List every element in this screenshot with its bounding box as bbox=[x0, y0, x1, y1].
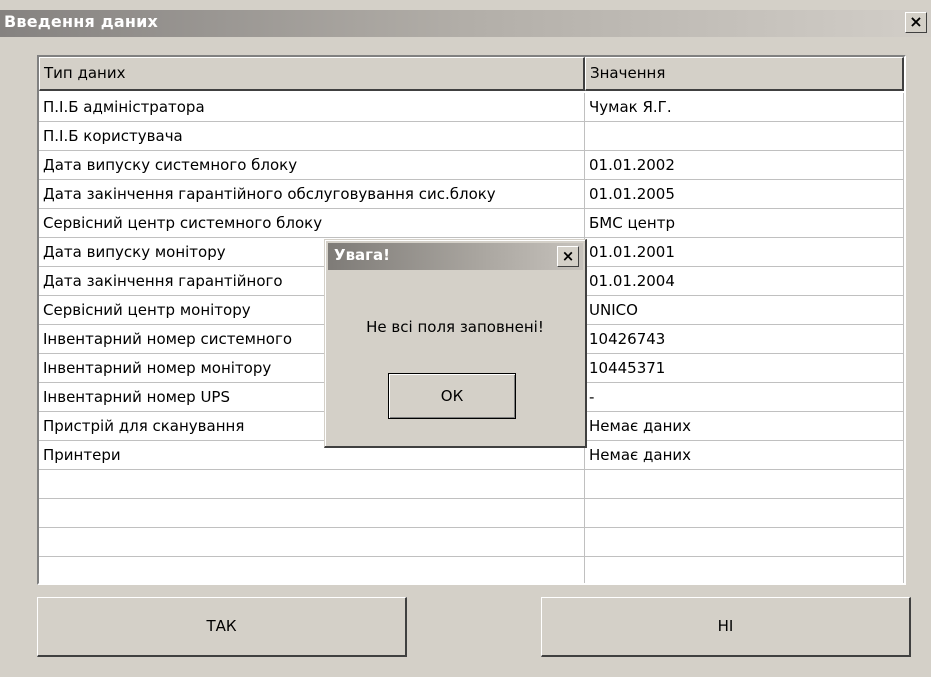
warning-dialog: Увага! × Не всі поля заповнені! ОК bbox=[324, 239, 587, 448]
cell-value[interactable] bbox=[585, 499, 904, 528]
table-row[interactable] bbox=[39, 470, 904, 499]
window-titlebar: Введення даних × bbox=[0, 10, 931, 37]
column-header-value[interactable]: Значення bbox=[585, 57, 904, 91]
cell-value[interactable]: БМС центр bbox=[585, 209, 904, 238]
cell-type[interactable] bbox=[39, 528, 585, 557]
cell-value[interactable]: 01.01.2005 bbox=[585, 180, 904, 209]
window-close-icon[interactable]: × bbox=[905, 12, 927, 33]
cell-value[interactable]: 10445371 bbox=[585, 354, 904, 383]
cell-value[interactable]: - bbox=[585, 383, 904, 412]
cell-value[interactable]: Немає даних bbox=[585, 412, 904, 441]
cell-value[interactable]: 01.01.2002 bbox=[585, 151, 904, 180]
cell-type[interactable]: П.І.Б адміністратора bbox=[39, 93, 585, 122]
table-row[interactable] bbox=[39, 557, 904, 583]
cell-value[interactable]: Немає даних bbox=[585, 441, 904, 470]
cell-value[interactable] bbox=[585, 557, 904, 583]
dialog-message: Не всі поля заповнені! bbox=[366, 318, 544, 336]
yes-button[interactable]: ТАК bbox=[37, 597, 407, 657]
table-row[interactable]: П.І.Б адміністратора Чумак Я.Г. bbox=[39, 93, 904, 122]
cell-value[interactable]: 01.01.2001 bbox=[585, 238, 904, 267]
cell-value[interactable]: Чумак Я.Г. bbox=[585, 93, 904, 122]
data-entry-window: Введення даних × Тип даних Значення П.І.… bbox=[0, 0, 931, 677]
window-title: Введення даних bbox=[4, 12, 159, 31]
cell-value[interactable]: 10426743 bbox=[585, 325, 904, 354]
table-row[interactable]: Дата випуску системного блоку 01.01.2002 bbox=[39, 151, 904, 180]
cell-type[interactable]: Сервісний центр системного блоку bbox=[39, 209, 585, 238]
cell-type[interactable] bbox=[39, 557, 585, 583]
grid-header: Тип даних Значення bbox=[39, 57, 904, 91]
table-row[interactable]: Дата закінчення гарантійного обслуговува… bbox=[39, 180, 904, 209]
column-header-type[interactable]: Тип даних bbox=[39, 57, 585, 91]
table-row[interactable]: Сервісний центр системного блоку БМС цент… bbox=[39, 209, 904, 238]
cell-type[interactable]: Дата випуску системного блоку bbox=[39, 151, 585, 180]
cell-value[interactable] bbox=[585, 470, 904, 499]
table-row[interactable] bbox=[39, 499, 904, 528]
no-button[interactable]: НІ bbox=[541, 597, 911, 657]
cell-type[interactable]: Дата закінчення гарантійного обслуговува… bbox=[39, 180, 585, 209]
cell-type[interactable] bbox=[39, 470, 585, 499]
dialog-titlebar: Увага! × bbox=[328, 243, 583, 270]
table-row[interactable] bbox=[39, 528, 904, 557]
cell-type[interactable] bbox=[39, 499, 585, 528]
cell-value[interactable]: UNICO bbox=[585, 296, 904, 325]
cell-value[interactable] bbox=[585, 528, 904, 557]
cell-type[interactable]: П.І.Б користувача bbox=[39, 122, 585, 151]
ok-button[interactable]: ОК bbox=[388, 373, 516, 419]
cell-value[interactable] bbox=[585, 122, 904, 151]
dialog-close-icon[interactable]: × bbox=[557, 246, 579, 267]
dialog-title: Увага! bbox=[334, 246, 390, 264]
table-row[interactable]: П.І.Б користувача bbox=[39, 122, 904, 151]
cell-value[interactable]: 01.01.2004 bbox=[585, 267, 904, 296]
